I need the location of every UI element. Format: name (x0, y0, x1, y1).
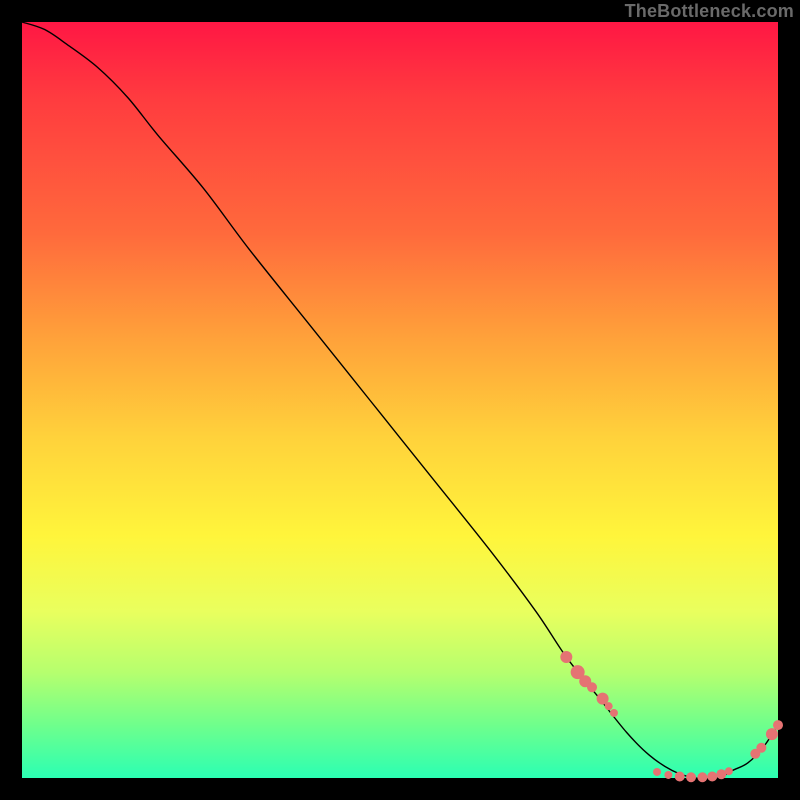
scatter-dot (587, 682, 597, 692)
scatter-dot (697, 772, 707, 782)
scatter-dot (560, 651, 572, 663)
scatter-dot (605, 702, 613, 710)
scatter-dot (725, 767, 733, 775)
chart-stage: TheBottleneck.com (0, 0, 800, 800)
scatter-dot (686, 772, 696, 782)
scatter-dot (756, 743, 766, 753)
scatter-dot (766, 728, 778, 740)
scatter-dot (653, 768, 661, 776)
scatter-dots (560, 651, 783, 782)
scatter-dot (773, 720, 783, 730)
scatter-dot (716, 769, 726, 779)
scatter-dot (707, 771, 717, 781)
scatter-dot (664, 771, 672, 779)
scatter-dot (675, 771, 685, 781)
scatter-dot (610, 709, 618, 717)
chart-overlay (22, 22, 778, 778)
bottleneck-curve (22, 22, 778, 779)
watermark-label: TheBottleneck.com (625, 1, 794, 22)
